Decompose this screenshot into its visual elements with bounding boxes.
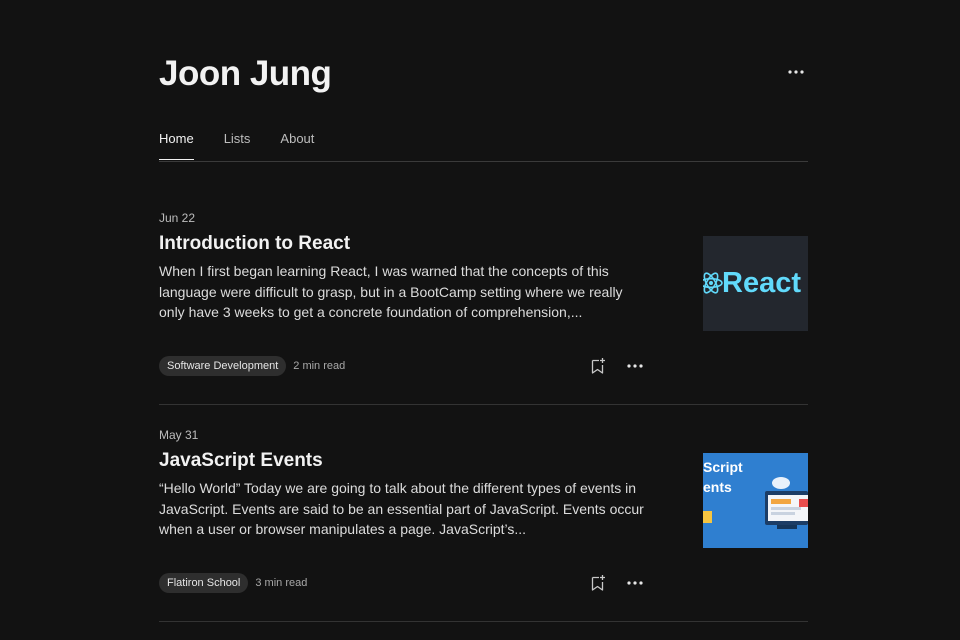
profile-tabs: Home Lists About (159, 131, 808, 162)
article-date: May 31 (159, 428, 199, 442)
author-name: Joon Jung (159, 54, 332, 93)
article-meta: Flatiron School 3 min read (159, 573, 307, 593)
topic-tag[interactable]: Flatiron School (159, 573, 249, 593)
save-button[interactable] (587, 355, 609, 377)
read-time: 2 min read (293, 360, 346, 372)
divider (159, 621, 808, 622)
article-excerpt[interactable]: When I first began learning React, I was… (159, 261, 649, 323)
more-icon (627, 581, 643, 585)
article-date: Jun 22 (159, 211, 196, 225)
article-more-button[interactable] (624, 575, 646, 591)
article-title[interactable]: Introduction to React (159, 233, 350, 255)
thumbnail-text: React (722, 267, 801, 299)
browser-illustration-icon (703, 477, 808, 529)
bookmark-add-icon (591, 358, 605, 374)
tab-about[interactable]: About (280, 131, 314, 160)
article-excerpt[interactable]: “Hello World” Today we are going to talk… (159, 478, 649, 540)
article-thumbnail[interactable]: React (703, 236, 808, 331)
tab-lists[interactable]: Lists (224, 131, 251, 160)
tab-home[interactable]: Home (159, 131, 194, 160)
profile-more-button[interactable] (784, 64, 808, 80)
more-icon (627, 364, 643, 368)
article-meta: Software Development 2 min read (159, 356, 345, 376)
article-title[interactable]: JavaScript Events (159, 450, 323, 472)
save-button[interactable] (587, 572, 609, 594)
bookmark-add-icon (591, 575, 605, 591)
article-thumbnail[interactable]: Script ents (703, 453, 808, 548)
read-time: 3 min read (255, 577, 308, 589)
divider (159, 404, 808, 405)
topic-tag[interactable]: Software Development (159, 356, 287, 376)
article-more-button[interactable] (624, 358, 646, 374)
more-icon (788, 70, 804, 74)
